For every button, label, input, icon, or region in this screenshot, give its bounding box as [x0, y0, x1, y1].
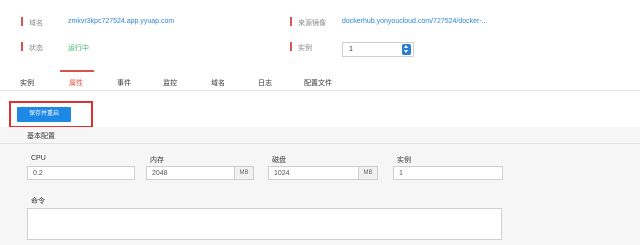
caret-up-icon [404, 45, 408, 48]
tab-properties[interactable]: 属性 [69, 78, 83, 88]
memory-value: 2048 [152, 170, 168, 177]
tab-events[interactable]: 事件 [117, 78, 131, 88]
tab-domain[interactable]: 域名 [211, 78, 225, 88]
instance-stepper[interactable]: 1 [342, 42, 414, 57]
image-link[interactable]: dockerhub.yonyoucloud.com/727524/docker-… [342, 18, 488, 25]
image-label: 来源镜像 [298, 20, 326, 27]
config-instance-label: 实例 [397, 157, 411, 164]
memory-unit: MB [234, 167, 253, 179]
status-value: 运行中 [68, 45, 89, 52]
cpu-field[interactable]: 0.2 [27, 166, 135, 180]
config-instance-value: 1 [399, 170, 403, 177]
section-title: 基本配置 [27, 133, 55, 140]
save-and-restart-button[interactable]: 保存并重启 [17, 107, 71, 122]
cpu-label: CPU [31, 155, 46, 162]
disk-unit: MB [358, 167, 377, 179]
tab-config-files[interactable]: 配置文件 [304, 78, 332, 88]
memory-label: 内存 [150, 157, 164, 164]
cpu-value: 0.2 [33, 170, 43, 177]
tab-logs[interactable]: 日志 [258, 78, 272, 88]
tab-instance[interactable]: 实例 [20, 78, 34, 88]
domain-label: 域名 [29, 20, 43, 27]
tab-monitor[interactable]: 监控 [163, 78, 177, 88]
instance-label: 实例 [298, 45, 312, 52]
domain-link[interactable]: zmkvr3kpc727524.app.yyuap.com [68, 18, 174, 25]
status-label: 状态 [29, 45, 43, 52]
active-tab-indicator [60, 70, 94, 72]
config-instance-field[interactable]: 1 [393, 166, 503, 180]
command-label: 命令 [31, 198, 45, 205]
section-divider [0, 143, 640, 144]
domain-marker [21, 17, 23, 26]
status-marker [21, 42, 23, 51]
memory-field[interactable]: 2048 MB [146, 166, 254, 180]
stepper-arrows-icon[interactable] [402, 44, 411, 55]
instance-stepper-value: 1 [349, 46, 353, 53]
disk-field[interactable]: 1024 MB [268, 166, 378, 180]
command-textarea[interactable] [27, 208, 502, 240]
image-marker [290, 17, 292, 26]
caret-down-icon [404, 50, 408, 53]
instance-marker [290, 42, 292, 51]
disk-label: 磁盘 [272, 157, 286, 164]
tab-divider [0, 90, 640, 91]
disk-value: 1024 [274, 170, 290, 177]
